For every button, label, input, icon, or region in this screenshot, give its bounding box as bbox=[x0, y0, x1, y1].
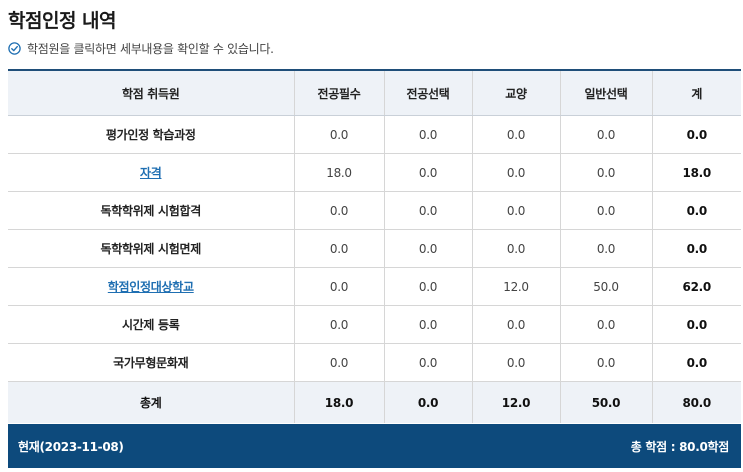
table-row: 독학학위제 시험면제 0.0 0.0 0.0 0.0 0.0 bbox=[8, 229, 741, 268]
value-cell: 0.0 bbox=[559, 153, 652, 192]
source-cell: 시간제 등록 bbox=[8, 305, 294, 344]
row-total-cell: 0.0 bbox=[651, 229, 741, 268]
value-cell: 0.0 bbox=[471, 305, 560, 344]
row-total-cell: 62.0 bbox=[651, 267, 741, 306]
value-cell: 0.0 bbox=[293, 343, 384, 382]
current-date: 현재(2023-11-08) bbox=[18, 439, 124, 454]
table-row: 평가인정 학습과정 0.0 0.0 0.0 0.0 0.0 bbox=[8, 115, 741, 154]
value-cell: 0.0 bbox=[293, 267, 384, 306]
value-cell: 0.0 bbox=[471, 115, 560, 154]
value-cell: 0.0 bbox=[383, 343, 472, 382]
value-cell: 0.0 bbox=[471, 191, 560, 230]
column-header-total: 계 bbox=[651, 70, 741, 116]
source-cell: 평가인정 학습과정 bbox=[8, 115, 294, 154]
summary-value-cell: 18.0 bbox=[293, 381, 384, 423]
table-row: 국가무형문화재 0.0 0.0 0.0 0.0 0.0 bbox=[8, 343, 741, 382]
source-link-qualification[interactable]: 자격 bbox=[140, 166, 162, 180]
value-cell: 0.0 bbox=[383, 153, 472, 192]
row-total-cell: 0.0 bbox=[651, 305, 741, 344]
column-header-major-required: 전공필수 bbox=[293, 70, 384, 116]
column-header-general-elective: 일반선택 bbox=[559, 70, 652, 116]
value-cell: 18.0 bbox=[293, 153, 384, 192]
value-cell: 12.0 bbox=[471, 267, 560, 306]
notice-text: 학점원을 클릭하면 세부내용을 확인할 수 있습니다. bbox=[27, 41, 274, 56]
value-cell: 0.0 bbox=[559, 343, 652, 382]
value-cell: 0.0 bbox=[383, 305, 472, 344]
value-cell: 0.0 bbox=[471, 229, 560, 268]
source-cell: 자격 bbox=[8, 153, 294, 192]
credit-table: 학점 취득원 전공필수 전공선택 교양 일반선택 계 평가인정 학습과정 0.0… bbox=[8, 69, 741, 423]
value-cell: 0.0 bbox=[293, 305, 384, 344]
row-total-cell: 0.0 bbox=[651, 191, 741, 230]
value-cell: 0.0 bbox=[559, 305, 652, 344]
table-row: 학점인정대상학교 0.0 0.0 12.0 50.0 62.0 bbox=[8, 267, 741, 306]
status-bar: 현재(2023-11-08) 총 학점 : 80.0학점 bbox=[8, 424, 741, 468]
notice-text-row: 학점원을 클릭하면 세부내용을 확인할 수 있습니다. bbox=[8, 40, 274, 56]
summary-value-cell: 50.0 bbox=[559, 381, 652, 423]
column-header-general-education: 교양 bbox=[471, 70, 560, 116]
value-cell: 0.0 bbox=[471, 343, 560, 382]
source-link-accredited-school[interactable]: 학점인정대상학교 bbox=[108, 280, 194, 294]
source-cell: 독학학위제 시험합격 bbox=[8, 191, 294, 230]
source-cell: 국가무형문화재 bbox=[8, 343, 294, 382]
value-cell: 0.0 bbox=[383, 229, 472, 268]
page-title: 학점인정 내역 bbox=[8, 10, 117, 32]
value-cell: 0.0 bbox=[471, 153, 560, 192]
total-credits: 총 학점 : 80.0학점 bbox=[630, 439, 730, 454]
summary-value-cell: 0.0 bbox=[383, 381, 472, 423]
row-total-cell: 18.0 bbox=[651, 153, 741, 192]
summary-label: 총계 bbox=[8, 381, 294, 423]
value-cell: 0.0 bbox=[559, 229, 652, 268]
value-cell: 0.0 bbox=[383, 267, 472, 306]
summary-total-cell: 80.0 bbox=[651, 381, 741, 423]
value-cell: 0.0 bbox=[559, 115, 652, 154]
column-header-major-elective: 전공선택 bbox=[383, 70, 472, 116]
summary-value-cell: 12.0 bbox=[471, 381, 560, 423]
value-cell: 0.0 bbox=[293, 191, 384, 230]
check-circle-icon bbox=[8, 41, 21, 55]
row-total-cell: 0.0 bbox=[651, 343, 741, 382]
column-header-source: 학점 취득원 bbox=[8, 70, 294, 116]
value-cell: 0.0 bbox=[383, 115, 472, 154]
value-cell: 0.0 bbox=[383, 191, 472, 230]
table-row: 독학학위제 시험합격 0.0 0.0 0.0 0.0 0.0 bbox=[8, 191, 741, 230]
value-cell: 50.0 bbox=[559, 267, 652, 306]
table-header-row: 학점 취득원 전공필수 전공선택 교양 일반선택 계 bbox=[8, 70, 741, 116]
value-cell: 0.0 bbox=[293, 115, 384, 154]
table-row: 시간제 등록 0.0 0.0 0.0 0.0 0.0 bbox=[8, 305, 741, 344]
value-cell: 0.0 bbox=[559, 191, 652, 230]
row-total-cell: 0.0 bbox=[651, 115, 741, 154]
source-cell: 학점인정대상학교 bbox=[8, 267, 294, 306]
summary-row: 총계 18.0 0.0 12.0 50.0 80.0 bbox=[8, 381, 741, 423]
table-row: 자격 18.0 0.0 0.0 0.0 18.0 bbox=[8, 153, 741, 192]
value-cell: 0.0 bbox=[293, 229, 384, 268]
source-cell: 독학학위제 시험면제 bbox=[8, 229, 294, 268]
